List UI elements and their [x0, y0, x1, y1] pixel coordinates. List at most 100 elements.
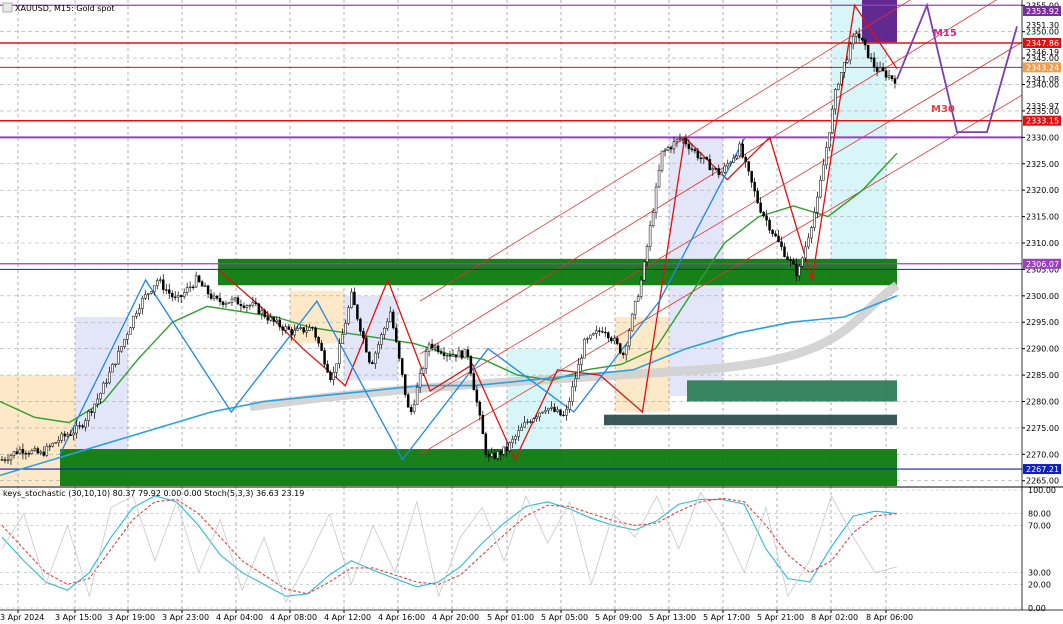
candle-body	[63, 433, 66, 437]
candle-body	[639, 279, 643, 297]
candle-body	[347, 307, 350, 324]
candle-body	[203, 285, 207, 287]
candle-body	[795, 263, 798, 276]
supply-demand-box	[604, 414, 897, 426]
candle-body	[669, 147, 673, 150]
candle-body	[842, 62, 846, 73]
candle-body	[666, 147, 670, 151]
candle-body	[804, 246, 807, 259]
candle-body	[15, 451, 19, 454]
candle-body	[831, 108, 834, 134]
candle-body	[111, 363, 114, 373]
candle-body	[114, 363, 117, 366]
annotation-m15: M15	[933, 28, 957, 39]
candle-body	[672, 141, 676, 150]
candle-body	[66, 434, 69, 437]
candle-body	[126, 334, 129, 340]
candle-body	[156, 280, 159, 286]
candle-body	[568, 401, 571, 410]
candle-body	[84, 420, 87, 428]
candle-body	[377, 344, 380, 354]
candle-body	[406, 394, 410, 408]
candle-body	[394, 327, 398, 343]
candle-body	[6, 459, 10, 461]
candle-body	[475, 389, 479, 403]
candle-body	[9, 455, 13, 461]
supply-demand-box	[60, 449, 897, 486]
candle-body	[875, 66, 879, 72]
candle-body	[287, 326, 290, 330]
candle-body	[538, 412, 541, 418]
candle-body	[159, 279, 162, 281]
candle-body	[657, 170, 661, 188]
candle-body	[239, 304, 243, 307]
candle-body	[266, 316, 270, 321]
candle-body	[320, 342, 323, 351]
candle-body	[508, 442, 511, 451]
candle-body	[242, 305, 246, 308]
candle-body	[314, 327, 317, 338]
price-tick-label: 2310.00	[1026, 239, 1059, 248]
candle-body	[756, 190, 759, 204]
price-tag-label: 2343.24	[1026, 63, 1059, 72]
candle-body	[415, 386, 419, 405]
candle-body	[765, 215, 768, 221]
candle-body	[188, 286, 192, 289]
candle-body	[51, 443, 55, 447]
candle-body	[350, 291, 353, 308]
candle-body	[290, 329, 293, 336]
candle-body	[132, 316, 135, 328]
candle-body	[87, 411, 90, 421]
candle-body	[872, 57, 876, 68]
candle-body	[302, 327, 305, 333]
candle-body	[837, 83, 840, 90]
candle-body	[595, 330, 598, 334]
candle-body	[165, 289, 168, 291]
candle-body	[451, 354, 455, 357]
candle-body	[860, 37, 864, 41]
candle-body	[613, 338, 616, 342]
candle-body	[607, 332, 610, 339]
candle-body	[517, 430, 520, 437]
candle-body	[176, 295, 180, 298]
candle-body	[744, 156, 747, 162]
candle-body	[144, 294, 147, 299]
ind-tick-label: 70.00	[1028, 521, 1051, 530]
candle-body	[433, 345, 437, 349]
candle-body	[33, 448, 37, 451]
price-tick-label: 2320.00	[1026, 186, 1059, 195]
candle-body	[881, 67, 885, 71]
candle-body	[99, 392, 102, 400]
candle-body	[365, 337, 368, 353]
price-extra-label: 2335.97	[1026, 102, 1059, 111]
candle-body	[768, 219, 771, 231]
candle-body	[317, 337, 320, 344]
candle-body	[30, 450, 34, 454]
candle-body	[338, 343, 341, 364]
candle-body	[819, 180, 822, 198]
candle-body	[272, 317, 276, 322]
candle-body	[884, 70, 888, 78]
candle-body	[565, 408, 568, 416]
price-tick-label: 2325.00	[1026, 160, 1059, 169]
candle-body	[123, 339, 126, 347]
candle-body	[660, 150, 664, 171]
candle-body	[359, 318, 362, 332]
candle-body	[299, 327, 302, 329]
candle-body	[397, 341, 401, 359]
candle-body	[839, 71, 843, 85]
candle-body	[807, 237, 810, 248]
price-tick-label: 2290.00	[1026, 345, 1059, 354]
chart-canvas[interactable]: M15M30 2355.002350.002345.002340.002335.…	[0, 0, 1063, 624]
candle-body	[108, 371, 111, 384]
candle-body	[621, 352, 625, 356]
candle-body	[681, 138, 685, 140]
candle-body	[878, 67, 882, 72]
candle-body	[580, 357, 583, 365]
candle-body	[675, 139, 679, 142]
candle-body	[409, 407, 413, 412]
candle-body	[726, 163, 729, 167]
candle-body	[714, 168, 718, 170]
candle-body	[147, 293, 150, 295]
candle-body	[481, 414, 485, 435]
